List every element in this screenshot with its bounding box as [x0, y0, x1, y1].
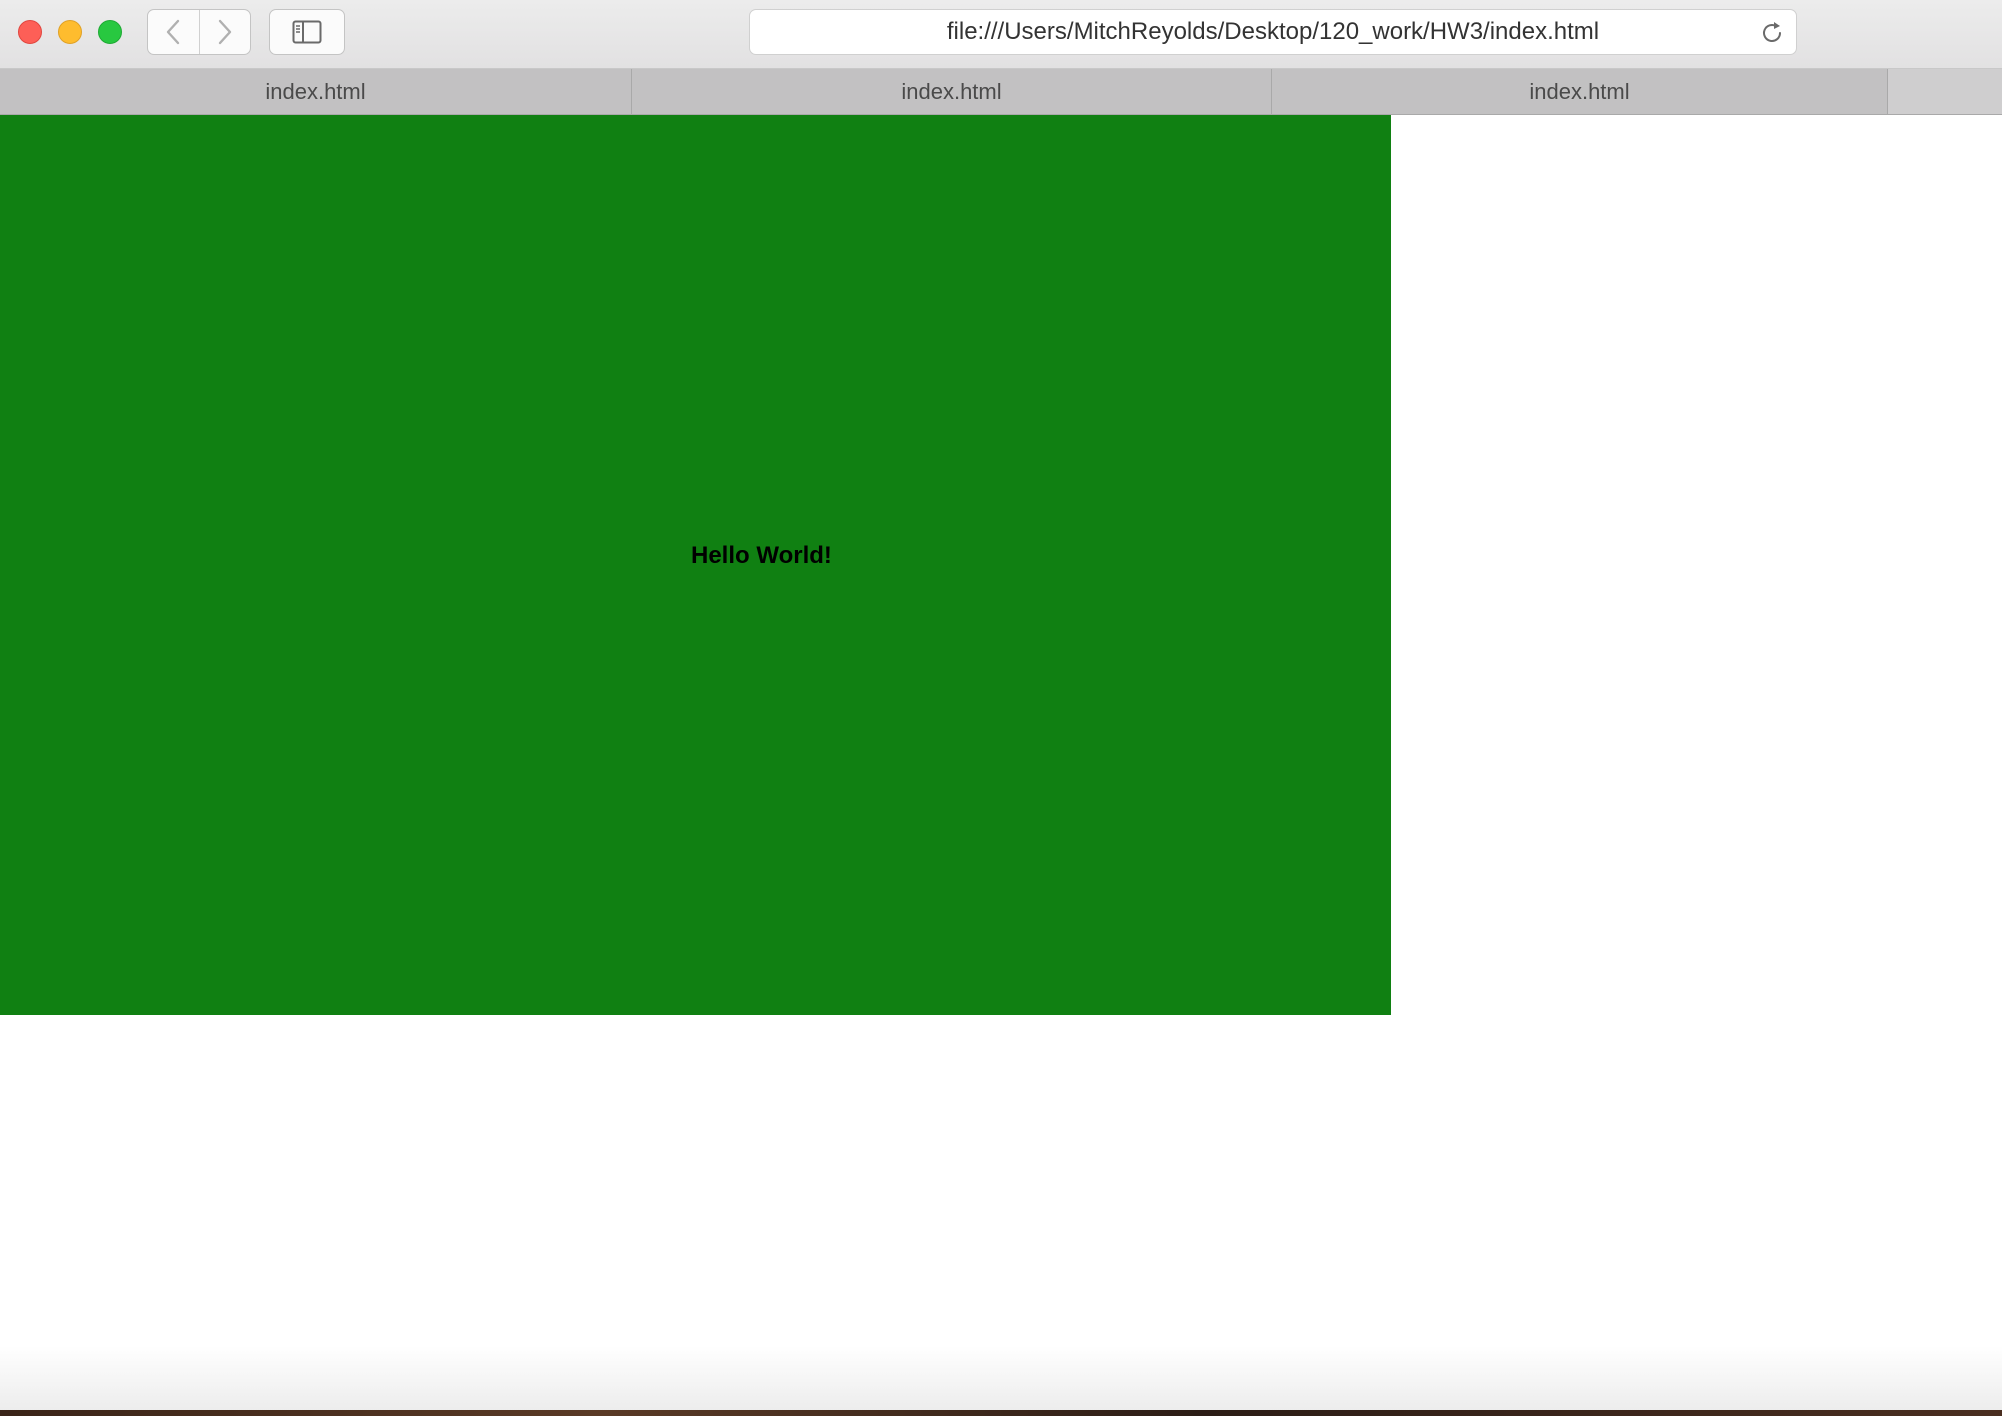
navigation-button-group — [147, 9, 251, 55]
sidebar-toggle-button[interactable] — [269, 9, 345, 55]
chevron-left-icon — [167, 19, 180, 45]
back-button[interactable] — [148, 10, 199, 54]
window-bottom-edge — [0, 1346, 2002, 1412]
address-bar[interactable]: file:///Users/MitchReyolds/Desktop/120_w… — [749, 9, 1797, 55]
browser-toolbar: file:///Users/MitchReyolds/Desktop/120_w… — [0, 0, 2002, 69]
green-box: Hello World! — [0, 115, 1391, 1015]
tab-bar: index.html index.html index.html — [0, 69, 2002, 115]
tab-bar-empty-area — [1888, 69, 2002, 114]
chevron-right-icon — [218, 19, 231, 45]
tab-index-1[interactable]: index.html — [0, 69, 632, 114]
address-url[interactable]: file:///Users/MitchReyolds/Desktop/120_w… — [947, 18, 1599, 46]
desktop-background — [0, 1410, 2002, 1416]
forward-button[interactable] — [198, 10, 251, 54]
browser-window: file:///Users/MitchReyolds/Desktop/120_w… — [0, 0, 2002, 1416]
tab-index-2[interactable]: index.html — [632, 69, 1272, 114]
close-window-button[interactable] — [18, 20, 42, 44]
minimize-window-button[interactable] — [58, 20, 82, 44]
sidebar-icon — [292, 20, 322, 44]
tab-index-3[interactable]: index.html — [1272, 69, 1888, 114]
hello-world-text: Hello World! — [691, 542, 832, 569]
reload-button[interactable] — [1758, 19, 1786, 47]
page-content: Hello World! — [0, 115, 2002, 1416]
reload-icon — [1763, 22, 1781, 42]
zoom-window-button[interactable] — [98, 20, 122, 44]
